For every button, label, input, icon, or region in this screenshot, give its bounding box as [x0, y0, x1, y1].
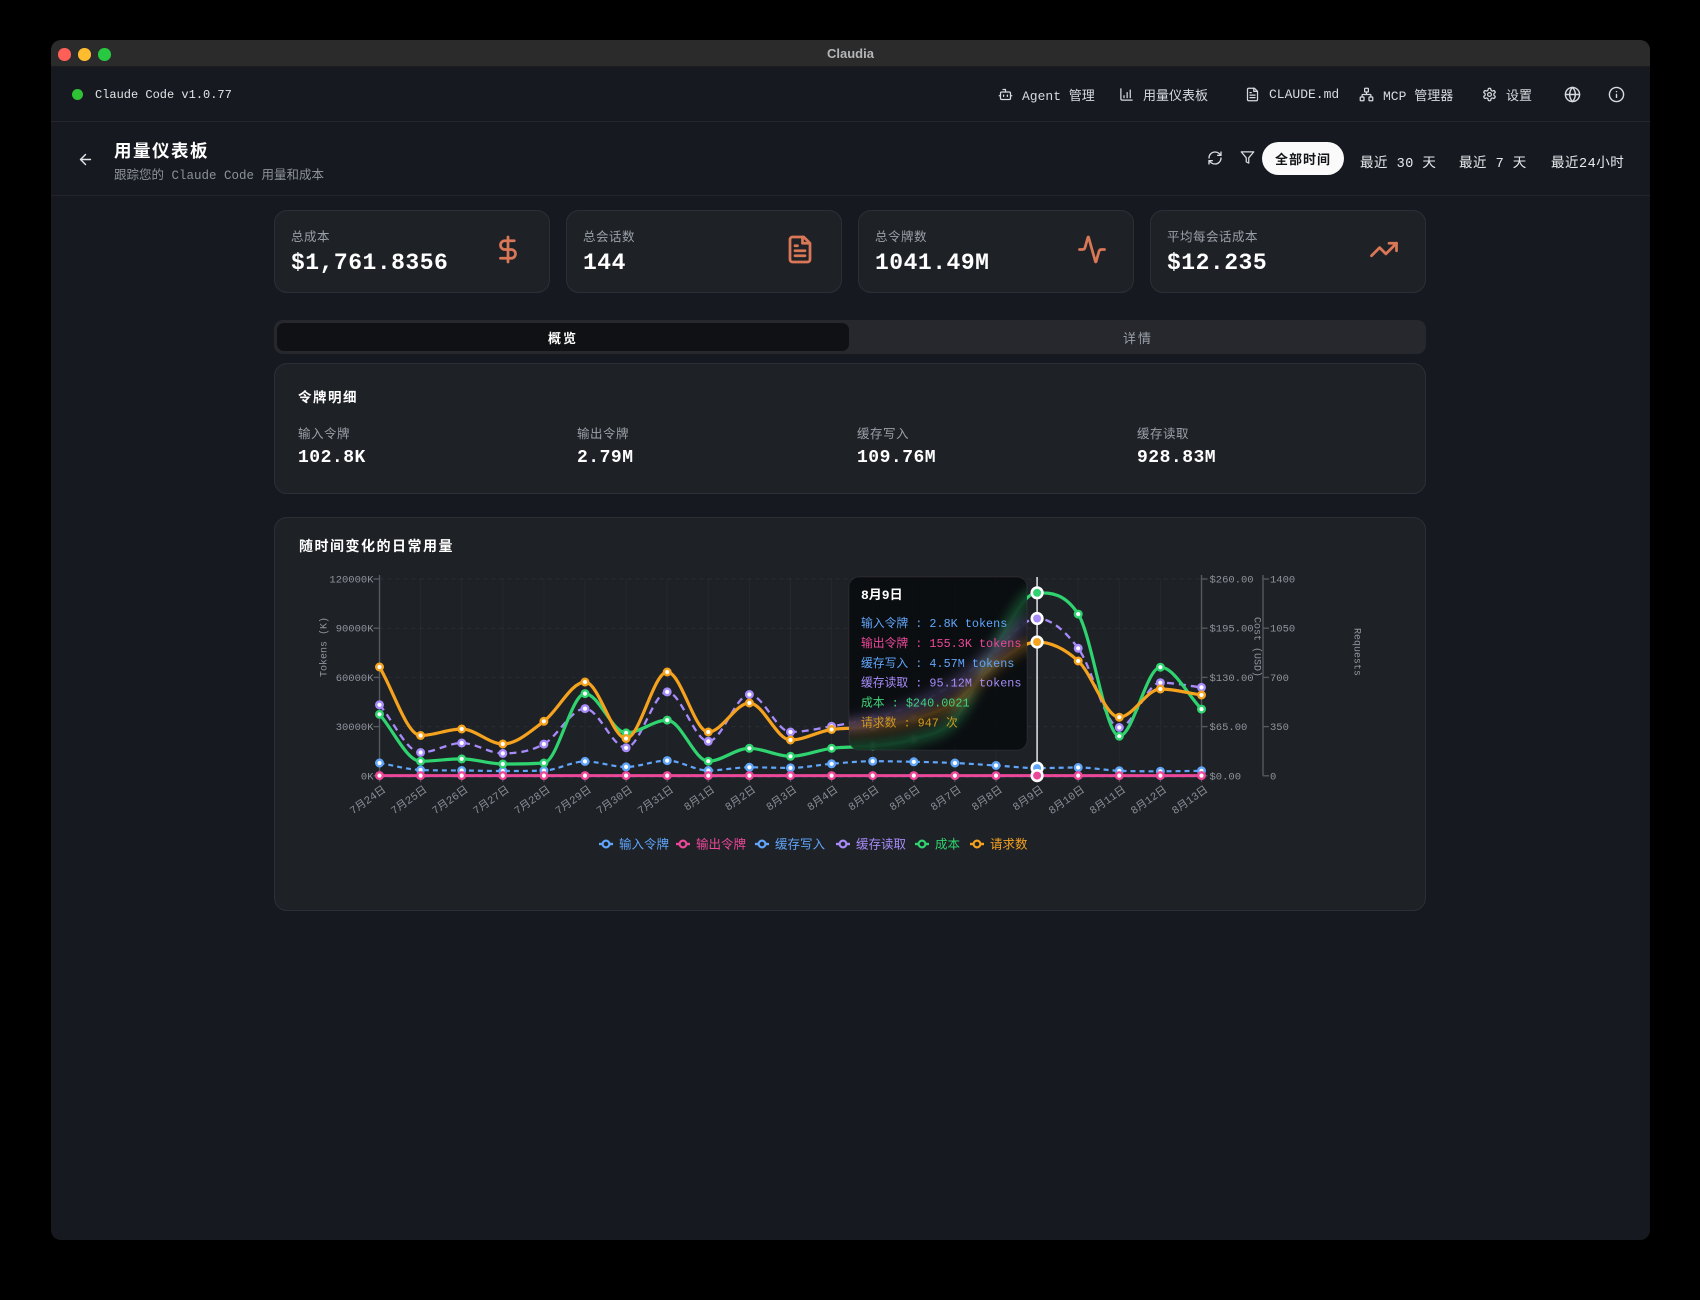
svg-text:缓存写入 : 4.57M tokens: 缓存写入 : 4.57M tokens — [861, 656, 1014, 671]
svg-text:$260.00: $260.00 — [1210, 575, 1254, 587]
svg-text:0: 0 — [1270, 771, 1276, 783]
svg-text:90000K: 90000K — [336, 624, 375, 636]
svg-text:8月11日: 8月11日 — [1088, 784, 1129, 818]
svg-text:7月31日: 7月31日 — [635, 784, 676, 818]
svg-text:120000K: 120000K — [329, 575, 374, 587]
svg-text:350: 350 — [1270, 722, 1289, 734]
svg-text:7月24日: 7月24日 — [348, 784, 389, 818]
svg-text:输出令牌: 输出令牌 — [696, 837, 746, 853]
svg-text:8月8日: 8月8日 — [970, 784, 1006, 814]
svg-text:$0.00: $0.00 — [1210, 771, 1242, 783]
svg-text:$195.00: $195.00 — [1210, 624, 1254, 636]
svg-text:输入令牌 : 2.8K tokens: 输入令牌 : 2.8K tokens — [861, 616, 1007, 631]
svg-text:8月7日: 8月7日 — [928, 784, 964, 814]
svg-text:8月5日: 8月5日 — [846, 784, 882, 814]
svg-text:8月3日: 8月3日 — [764, 784, 800, 814]
svg-text:8月2日: 8月2日 — [723, 784, 759, 814]
svg-text:8月4日: 8月4日 — [805, 784, 841, 814]
svg-text:8月10日: 8月10日 — [1046, 784, 1087, 818]
svg-text:缓存读取: 缓存读取 — [856, 838, 907, 853]
svg-text:成本 : $240.0021: 成本 : $240.0021 — [861, 696, 970, 711]
svg-text:8月6日: 8月6日 — [887, 784, 923, 814]
svg-text:0K: 0K — [361, 771, 374, 783]
svg-text:60000K: 60000K — [336, 673, 375, 685]
svg-text:7月30日: 7月30日 — [594, 784, 635, 818]
svg-text:成本: 成本 — [935, 838, 961, 853]
svg-text:7月28日: 7月28日 — [512, 784, 553, 818]
svg-text:缓存写入: 缓存写入 — [775, 838, 826, 853]
svg-text:8月1日: 8月1日 — [682, 784, 718, 814]
svg-text:$130.00: $130.00 — [1210, 673, 1254, 685]
svg-text:7月26日: 7月26日 — [430, 784, 471, 818]
svg-text:输出令牌 : 155.3K tokens: 输出令牌 : 155.3K tokens — [861, 636, 1021, 651]
svg-text:请求数: 请求数 — [990, 837, 1028, 853]
svg-text:请求数 : 947 次: 请求数 : 947 次 — [861, 716, 958, 731]
svg-text:7月29日: 7月29日 — [553, 784, 594, 818]
svg-text:700: 700 — [1270, 673, 1289, 685]
svg-text:8月13日: 8月13日 — [1170, 784, 1211, 818]
svg-text:7月27日: 7月27日 — [471, 784, 512, 818]
svg-text:输入令牌: 输入令牌 — [619, 837, 669, 853]
svg-text:缓存读取 : 95.12M tokens: 缓存读取 : 95.12M tokens — [861, 676, 1021, 691]
svg-text:8月12日: 8月12日 — [1129, 784, 1170, 818]
svg-text:8月9日: 8月9日 — [861, 588, 903, 603]
svg-text:7月25日: 7月25日 — [389, 784, 430, 818]
svg-text:30000K: 30000K — [336, 722, 375, 734]
svg-text:1400: 1400 — [1270, 575, 1295, 587]
svg-text:$65.00: $65.00 — [1210, 722, 1248, 734]
svg-text:8月9日: 8月9日 — [1011, 784, 1047, 814]
svg-text:1050: 1050 — [1270, 624, 1295, 636]
